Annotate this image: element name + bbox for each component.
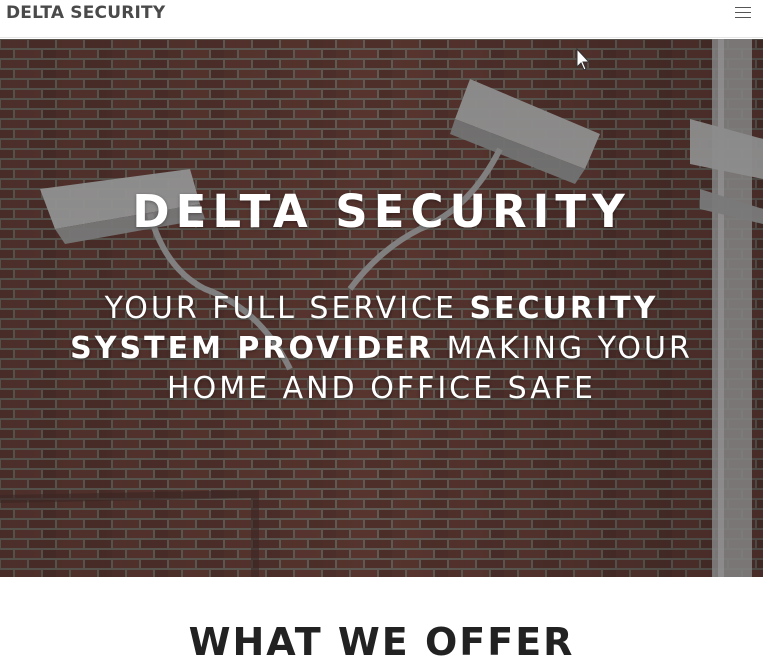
hamburger-menu-icon[interactable]	[735, 6, 751, 18]
brand-logo[interactable]: DELTA SECURITY	[6, 1, 165, 25]
section-heading-what-we-offer: WHAT WE OFFER	[188, 620, 575, 664]
hero-banner: DELTA SECURITY YOUR FULL SERVICE SECURIT…	[0, 39, 763, 577]
hero-title: DELTA SECURITY	[132, 185, 631, 238]
mouse-cursor-icon	[576, 48, 591, 71]
navbar: DELTA SECURITY	[0, 0, 763, 38]
hero-subtitle-part1: YOUR FULL SERVICE	[104, 291, 470, 326]
hero-subtitle: YOUR FULL SERVICE SECURITY SYSTEM PROVID…	[40, 289, 723, 409]
